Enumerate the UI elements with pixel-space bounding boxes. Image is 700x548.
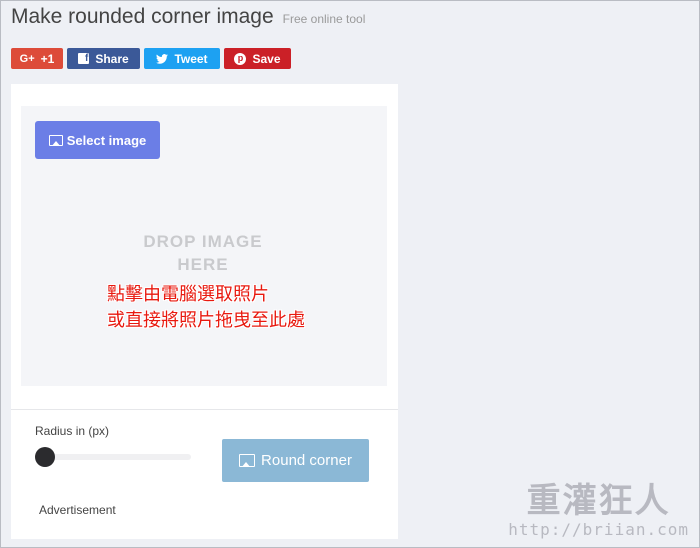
radius-slider[interactable] <box>35 447 191 467</box>
site-watermark: 重灌狂人 http://briian.com <box>508 482 689 539</box>
page-subtitle: Free online tool <box>282 12 366 26</box>
pinterest-icon: p <box>234 52 247 65</box>
image-drop-zone[interactable]: Select image DROP IMAGE HERE 點擊由電腦選取照片 或… <box>21 106 387 386</box>
google-plus-icon: G+ <box>19 52 35 65</box>
round-corner-label: Round corner <box>261 452 352 469</box>
google-plus-label: +1 <box>40 51 55 66</box>
watermark-logo: 重灌狂人 <box>526 481 671 521</box>
page-title: Make rounded corner image <box>11 5 274 28</box>
pinterest-save-label: Save <box>252 51 281 66</box>
drop-image-hint: DROP IMAGE HERE <box>143 232 263 274</box>
facebook-icon: f <box>78 53 90 64</box>
section-divider <box>11 409 398 410</box>
radius-label: Radius in (px) <box>35 424 110 438</box>
google-plus-button[interactable]: G+ +1 <box>11 48 63 69</box>
round-corner-button[interactable]: Round corner <box>222 439 369 482</box>
tool-card: Select image DROP IMAGE HERE 點擊由電腦選取照片 或… <box>11 84 398 539</box>
facebook-share-button[interactable]: f Share <box>67 48 140 69</box>
radius-slider-thumb[interactable] <box>35 447 55 467</box>
instruction-annotation: 點擊由電腦選取照片 或直接將照片拖曳至此處 <box>107 282 305 334</box>
select-image-button[interactable]: Select image <box>35 121 160 159</box>
twitter-tweet-label: Tweet <box>174 51 208 66</box>
select-image-label: Select image <box>66 132 147 148</box>
advertisement-label: Advertisement <box>39 503 116 517</box>
facebook-share-label: Share <box>95 51 129 66</box>
image-icon <box>239 454 256 467</box>
annotation-line-1: 點擊由電腦選取照片 <box>107 284 269 305</box>
twitter-icon <box>156 53 169 64</box>
page-header: Make rounded corner image Free online to… <box>11 5 365 29</box>
image-icon <box>48 134 63 146</box>
share-bar: G+ +1 f Share Tweet p Save <box>11 48 291 69</box>
pinterest-save-button[interactable]: p Save <box>224 48 291 69</box>
watermark-url: http://briian.com <box>508 520 689 539</box>
annotation-line-2: 或直接將照片拖曳至此處 <box>107 310 305 331</box>
twitter-tweet-button[interactable]: Tweet <box>144 48 220 69</box>
